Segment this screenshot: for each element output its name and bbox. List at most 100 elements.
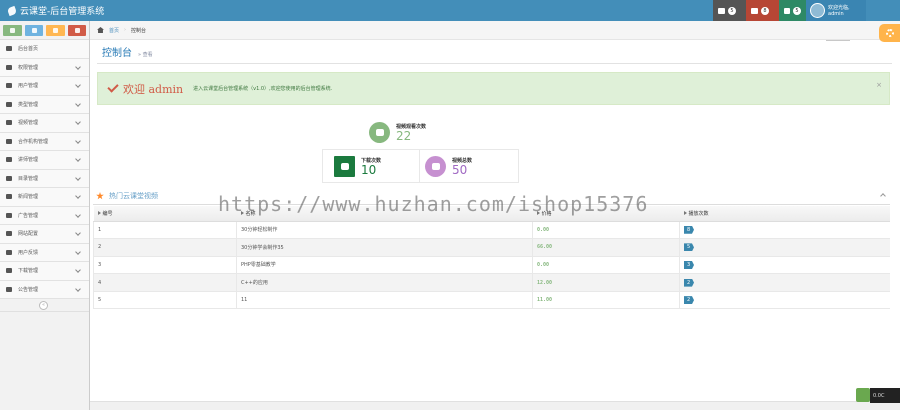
group-shortcut-button[interactable]	[46, 24, 65, 36]
chevron-down-icon	[75, 211, 81, 218]
sidebar-item[interactable]: 下载管理	[0, 262, 89, 281]
stat-value: 22	[396, 128, 412, 143]
sidebar-item-label: 广告管理	[18, 212, 39, 219]
download-icon	[6, 268, 12, 274]
tasks-button[interactable]: 5	[713, 0, 746, 21]
sidebar-item[interactable]: 类型管理	[0, 95, 89, 114]
sidebar-item[interactable]: 用户管理	[0, 77, 89, 96]
chevron-down-icon	[75, 63, 81, 70]
caret-right-icon	[97, 210, 101, 215]
table-row[interactable]: 3 PHP零基础教学 0.00 3	[93, 256, 890, 275]
comments-icon	[369, 121, 390, 143]
brand[interactable]: 云课堂-后台管理系统	[6, 4, 105, 17]
breadcrumb-home[interactable]: 首页	[109, 27, 119, 34]
sidebar-menu: 后台首页权限管理用户管理类型管理视频管理合作机构管理讲师管理目录管理新闻管理广告…	[0, 40, 89, 299]
cell-id: 1	[93, 221, 237, 240]
folder-icon	[6, 175, 12, 181]
page-subtitle: » 查看	[138, 52, 153, 58]
chevron-down-icon	[75, 119, 81, 125]
sidebar-item[interactable]: 公告管理	[0, 280, 89, 299]
dashboard-icon	[6, 46, 12, 52]
chevron-down-icon	[75, 193, 81, 199]
caret-right-icon	[240, 210, 244, 215]
close-icon[interactable]: ×	[876, 81, 882, 89]
sidebar-item[interactable]: 权限管理	[0, 58, 89, 77]
alert-welcome: 欢迎 admin	[123, 82, 184, 96]
stat-value: 50	[452, 162, 468, 177]
chevron-up-icon[interactable]	[880, 193, 886, 199]
user-icon	[6, 157, 12, 163]
cell-price: 66.00	[532, 238, 680, 257]
sidebar-item-label: 目录管理	[18, 175, 39, 182]
float-widget[interactable]: 0.0C	[870, 388, 900, 403]
sidebar-item[interactable]: 讲师管理	[0, 151, 89, 170]
tasks-icon	[718, 7, 725, 14]
sidebar-item-label: 权限管理	[18, 64, 39, 71]
sidebar-item-label: 视频管理	[18, 120, 39, 127]
table-row[interactable]: 5 11 11.00 2	[93, 291, 890, 310]
cell-price: 0.00	[532, 256, 680, 275]
sidebar-item[interactable]: 合作机构管理	[0, 132, 89, 151]
collapse-button[interactable]: «	[39, 301, 48, 310]
sidebar-item[interactable]: 视频管理	[0, 114, 89, 133]
hot-videos-table: 编号 名称 价格 播放次数 1 30分钟轻松制作 0.00 8 2 30分钟学会制作35 6…	[93, 206, 890, 310]
chevron-down-icon	[75, 285, 81, 292]
table-row[interactable]: 2 30分钟学会制作35 66.00 5	[93, 238, 890, 257]
cogs-icon	[6, 231, 12, 237]
chevron-down-icon	[75, 82, 81, 88]
bell-icon	[751, 7, 758, 14]
messages-button[interactable]: 5	[779, 0, 806, 21]
chevron-down-icon	[75, 230, 81, 236]
top-navbar: 云课堂-后台管理系统 5 8 5 欢迎光临, admin	[0, 0, 900, 21]
column-header[interactable]: 价格	[532, 206, 680, 222]
app-title: 云课堂-后台管理系统	[20, 7, 105, 17]
sidebar-item-label: 公告管理	[18, 286, 39, 293]
breadcrumb-current: 控制台	[131, 27, 147, 34]
breadcrumb: 首页 › 控制台	[90, 21, 900, 40]
logo-icon[interactable]	[856, 388, 870, 402]
settings-button[interactable]	[879, 24, 900, 42]
sidebar-item[interactable]: 后台首页	[0, 40, 89, 59]
column-header[interactable]: 名称	[236, 206, 533, 222]
avatar	[810, 3, 825, 18]
pencil-shortcut-button[interactable]	[24, 24, 43, 36]
list-icon	[6, 101, 12, 107]
table-row[interactable]: 1 30分钟轻松制作 0.00 8	[93, 221, 890, 240]
alert-text: 进入云课堂后台管理系统（v1.0）,欢迎您使用的后台管理系统.	[193, 86, 333, 92]
notifications-button[interactable]: 8	[746, 0, 779, 21]
sidebar-item[interactable]: 目录管理	[0, 169, 89, 188]
video-camera-icon	[425, 155, 446, 177]
column-header[interactable]: 播放次数	[679, 206, 890, 222]
sidebar-item-label: 用户管理	[18, 83, 39, 90]
play-count-badge: 8	[684, 225, 694, 234]
column-header[interactable]: 编号	[93, 206, 237, 222]
cell-name: 30分钟学会制作35	[236, 238, 533, 257]
play-count-badge: 2	[684, 296, 694, 305]
cell-plays: 2	[679, 291, 890, 310]
leaf-icon	[6, 5, 18, 16]
signal-shortcut-button[interactable]	[3, 24, 22, 36]
sidebar-item-label: 新闻管理	[18, 194, 39, 201]
sidebar-item[interactable]: 新闻管理	[0, 188, 89, 207]
download-icon	[334, 155, 355, 177]
cell-price: 11.00	[532, 291, 680, 310]
cell-id: 2	[93, 238, 237, 257]
chevron-down-icon	[75, 100, 81, 107]
stat-video-views: 视频观看次数 22	[369, 117, 469, 147]
cell-name: 11	[236, 291, 533, 310]
user-menu[interactable]: 欢迎光临, admin	[806, 0, 866, 21]
cell-name: PHP零基础教学	[236, 256, 533, 275]
home-icon	[97, 27, 104, 33]
edit-icon	[6, 138, 12, 144]
sidebar-item[interactable]: 广告管理	[0, 206, 89, 225]
cogs-shortcut-button[interactable]	[67, 24, 86, 36]
sidebar-item-label: 讲师管理	[18, 157, 39, 164]
play-count-badge: 5	[684, 243, 694, 252]
chevron-down-icon	[75, 137, 81, 144]
sidebar-item-label: 类型管理	[18, 101, 39, 108]
table-header-row: 编号 名称 价格 播放次数	[93, 206, 890, 222]
caret-right-icon	[683, 210, 687, 215]
sidebar-item[interactable]: 用户反馈	[0, 243, 89, 262]
table-row[interactable]: 4 C++的应用 12.00 2	[93, 273, 890, 292]
sidebar-item[interactable]: 网站配置	[0, 225, 89, 244]
